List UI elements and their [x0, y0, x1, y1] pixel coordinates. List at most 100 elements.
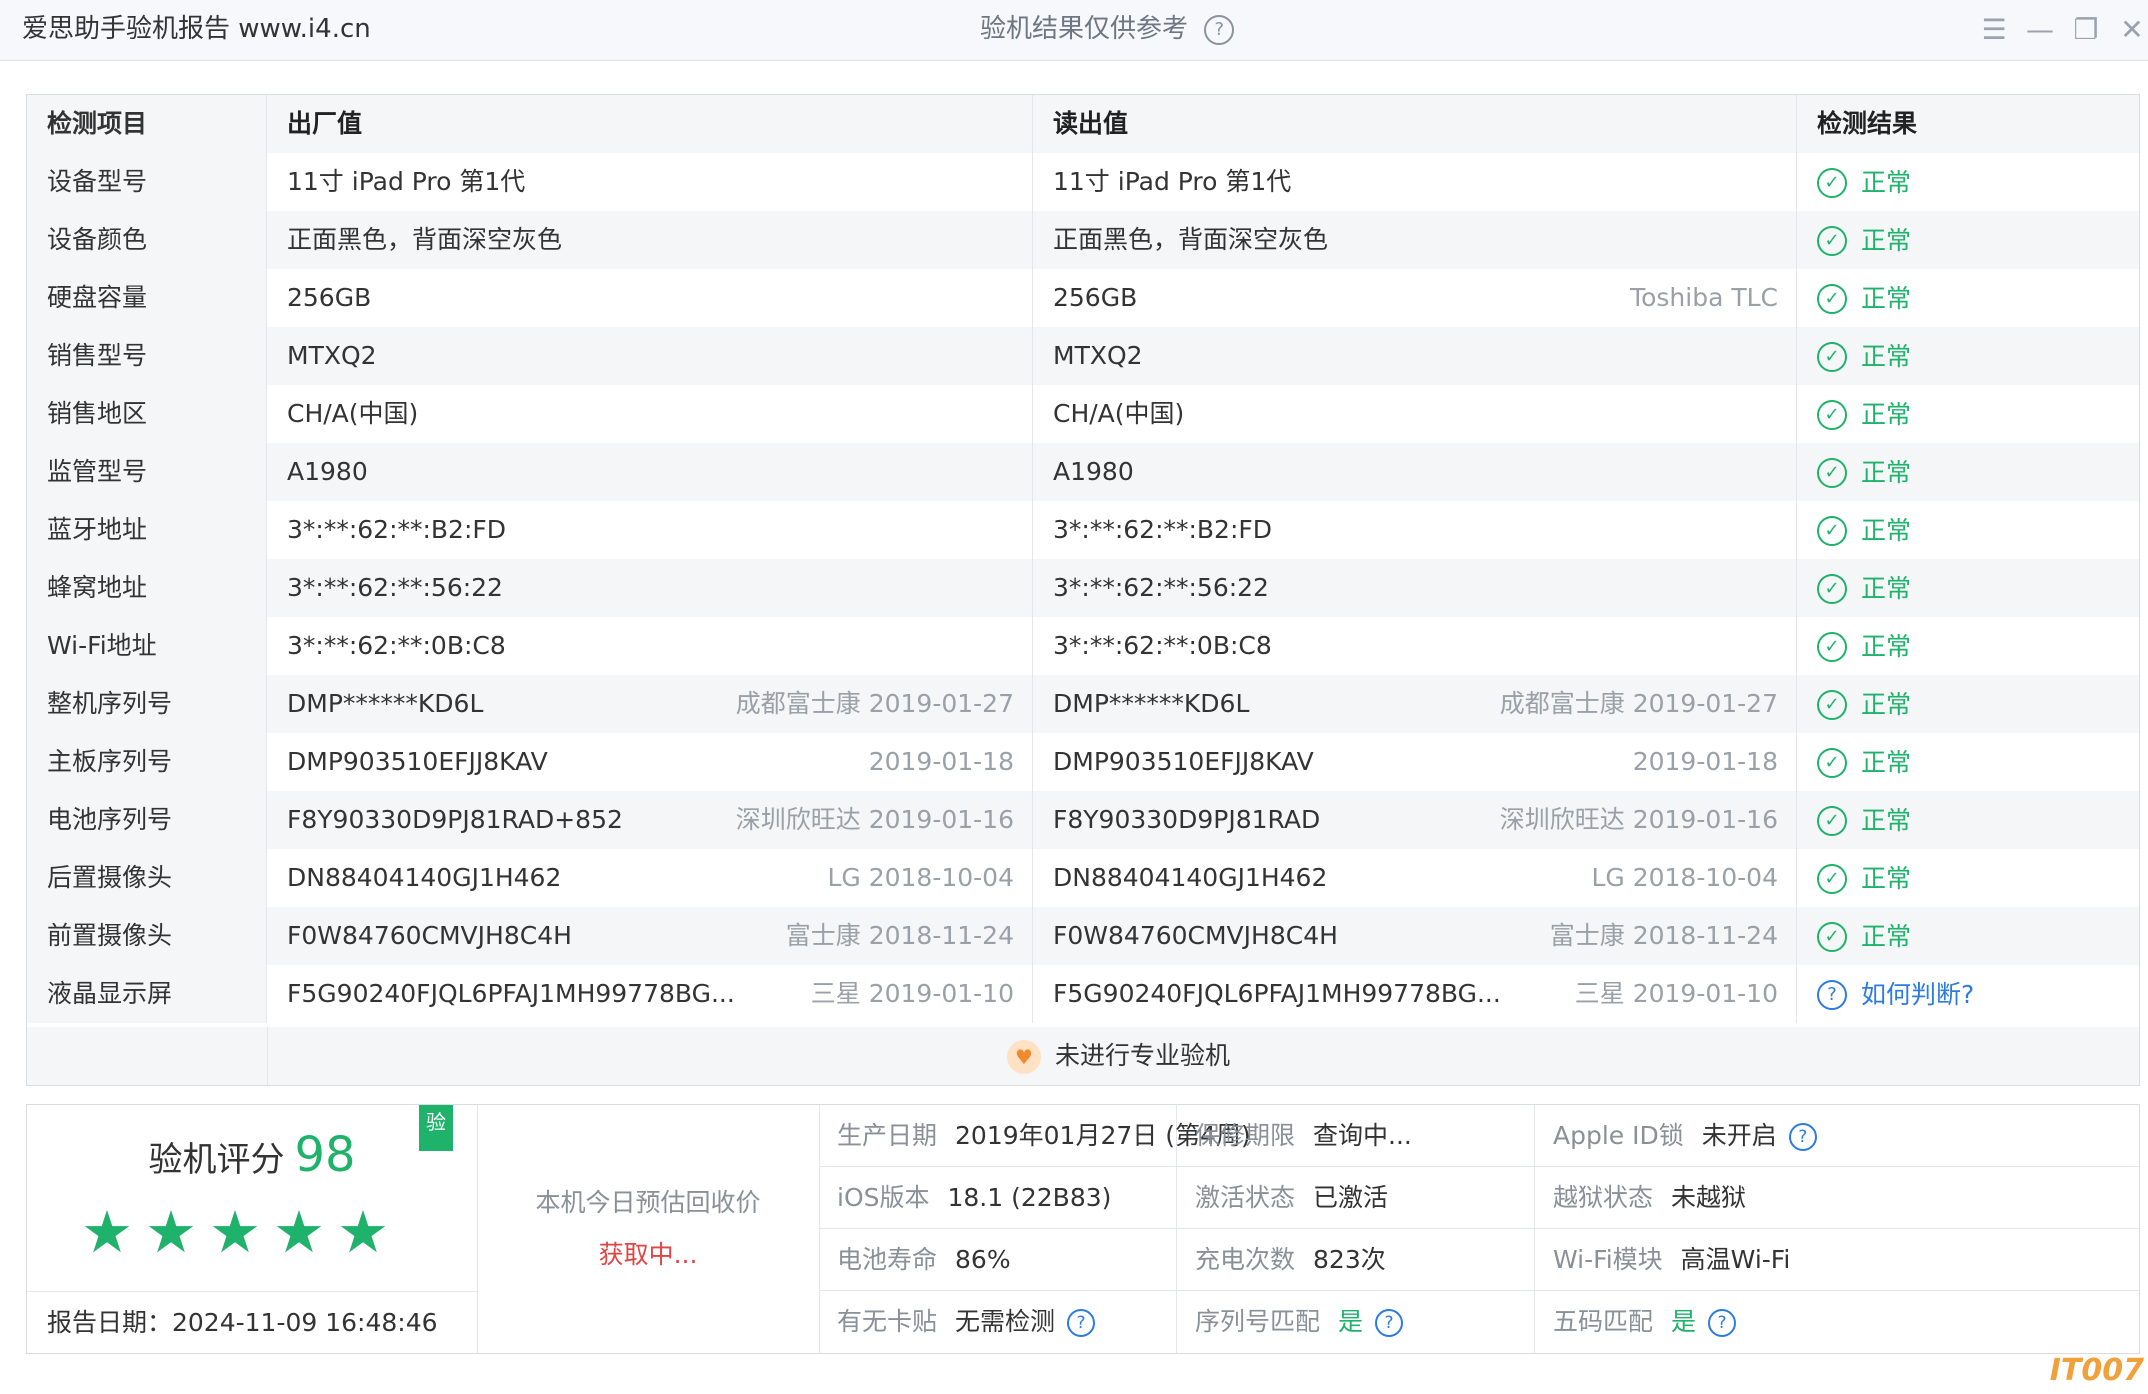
- check-circle-icon: ✓: [1817, 168, 1847, 198]
- result-cell: ✓ 正常: [1797, 675, 2139, 733]
- summary-field-label: 生产日期: [837, 1121, 938, 1150]
- row-item-label: 液晶显示屏: [27, 965, 267, 1023]
- summary-field-value: 86%: [955, 1245, 1011, 1274]
- help-icon[interactable]: ?: [1788, 1123, 1817, 1151]
- score-line: 验机评分 98: [27, 1127, 477, 1183]
- read-value-cell: F5G90240FJQL6PFAJ1MH99778BG... 三星 2019-01…: [1033, 965, 1797, 1023]
- summary-field-value: 是: [1338, 1307, 1364, 1336]
- factory-value: MTXQ2: [287, 341, 377, 370]
- price-value[interactable]: 获取中...: [477, 1235, 819, 1271]
- read-value: 3*:**:62:**:56:22: [1053, 573, 1269, 602]
- factory-value-cell: DN88404140GJ1H462 LG 2018-10-04: [267, 849, 1033, 907]
- summary-field: Apple ID锁 未开启?: [1535, 1105, 2139, 1167]
- factory-value: F5G90240FJQL6PFAJ1MH99778BG...: [287, 979, 735, 1008]
- factory-value: DMP******KD6L: [287, 689, 484, 718]
- result-text: 正常: [1861, 284, 1912, 313]
- factory-value-cell: 正面黑色，背面深空灰色: [267, 211, 1033, 269]
- read-note: 2019-01-18: [1632, 747, 1778, 776]
- result-text: 正常: [1861, 748, 1912, 777]
- score-value: 98: [294, 1127, 356, 1183]
- read-note: 富士康 2018-11-24: [1549, 921, 1778, 950]
- result-cell: ✓ 正常: [1797, 153, 2139, 211]
- summary-field: 越狱状态 未越狱: [1535, 1167, 2139, 1229]
- summary-field-value: 高温Wi-Fi: [1680, 1245, 1791, 1274]
- help-icon[interactable]: ?: [1375, 1309, 1404, 1337]
- summary-field-label: 激活状态: [1195, 1183, 1296, 1212]
- factory-value: 正面黑色，背面深空灰色: [287, 225, 563, 254]
- row-item-label: Wi-Fi地址: [27, 617, 267, 675]
- result-cell[interactable]: ? 如何判断?: [1797, 965, 2139, 1023]
- help-icon[interactable]: ?: [1067, 1309, 1096, 1337]
- result-text: 正常: [1861, 400, 1912, 429]
- header-item: 检测项目: [27, 95, 267, 153]
- summary-field: 保修期限 查询中...: [1177, 1105, 1535, 1167]
- table-row: 前置摄像头 F0W84760CMVJH8C4H 富士康 2018-11-24 F0W8…: [27, 907, 2139, 965]
- price-label: 本机今日预估回收价: [535, 1188, 761, 1217]
- row-item-label: 电池序列号: [27, 791, 267, 849]
- read-value-cell: 3*:**:62:**:56:22: [1033, 559, 1797, 617]
- summary-field-label: Apple ID锁: [1553, 1121, 1684, 1150]
- row-item-label: 监管型号: [27, 443, 267, 501]
- read-value-cell: CH/A(中国): [1033, 385, 1797, 443]
- row-item-label: 蓝牙地址: [27, 501, 267, 559]
- table-row: 设备颜色 正面黑色，背面深空灰色 正面黑色，背面深空灰色 ✓ 正常: [27, 211, 2139, 269]
- row-item-label: 销售型号: [27, 327, 267, 385]
- header-read: 读出值: [1033, 95, 1797, 153]
- factory-value: 3*:**:62:**:0B:C8: [287, 631, 506, 660]
- read-value: CH/A(中国): [1053, 399, 1185, 428]
- factory-value: 11寸 iPad Pro 第1代: [287, 167, 526, 196]
- read-note: LG 2018-10-04: [1591, 863, 1778, 892]
- recycle-price-box: 本机今日预估回收价 获取中...: [477, 1105, 820, 1353]
- factory-note: 深圳欣旺达 2019-01-16: [735, 805, 1014, 834]
- factory-value-cell: DMP903510EFJJ8KAV 2019-01-18: [267, 733, 1033, 791]
- pro-inspection-link[interactable]: ♥ 未进行专业验机: [1007, 1027, 1230, 1085]
- close-icon[interactable]: ✕: [2116, 14, 2148, 46]
- result-text[interactable]: 如何判断?: [1861, 980, 1974, 1009]
- help-icon[interactable]: ?: [1708, 1309, 1737, 1337]
- summary-field-label: 五码匹配: [1553, 1307, 1654, 1336]
- star-rating: ★ ★ ★ ★ ★: [81, 1199, 401, 1265]
- summary-field-value: 无需检测: [955, 1307, 1056, 1336]
- check-circle-icon: ✓: [1817, 690, 1847, 720]
- table-row: 后置摄像头 DN88404140GJ1H462 LG 2018-10-04 DN884…: [27, 849, 2139, 907]
- result-cell: ✓ 正常: [1797, 559, 2139, 617]
- read-value: 正面黑色，背面深空灰色: [1053, 225, 1329, 254]
- star-icon: ★: [145, 1198, 197, 1266]
- result-text: 正常: [1861, 632, 1912, 661]
- check-circle-icon: ✓: [1817, 806, 1847, 836]
- restore-icon[interactable]: ❐: [2070, 14, 2102, 46]
- table-row: 整机序列号 DMP******KD6L 成都富士康 2019-01-27 DMP***…: [27, 675, 2139, 733]
- read-note: Toshiba TLC: [1630, 283, 1778, 312]
- factory-value-cell: 3*:**:62:**:B2:FD: [267, 501, 1033, 559]
- read-value-cell: MTXQ2: [1033, 327, 1797, 385]
- row-item-label: 后置摄像头: [27, 849, 267, 907]
- minimize-icon[interactable]: —: [2024, 14, 2056, 46]
- check-circle-icon: ✓: [1817, 342, 1847, 372]
- check-circle-icon: ✓: [1817, 458, 1847, 488]
- table-row: Wi-Fi地址 3*:**:62:**:0B:C8 3*:**:62:**:0B:C…: [27, 617, 2139, 675]
- summary-field: 激活状态 已激活: [1177, 1167, 1535, 1229]
- read-note: 深圳欣旺达 2019-01-16: [1499, 805, 1778, 834]
- row-item-label: 蜂窝地址: [27, 559, 267, 617]
- result-text: 正常: [1861, 690, 1912, 719]
- summary-field-value: 823次: [1313, 1245, 1386, 1274]
- summary-field-label: iOS版本: [837, 1183, 930, 1212]
- row-item-label: 主板序列号: [27, 733, 267, 791]
- summary-grid: 生产日期 2019年01月27日 (第4周) 保修期限 查询中... Apple ID锁…: [819, 1105, 2139, 1353]
- check-circle-icon: ✓: [1817, 284, 1847, 314]
- footer-spacer: [27, 1027, 268, 1085]
- factory-note: 成都富士康 2019-01-27: [735, 689, 1014, 718]
- factory-note: LG 2018-10-04: [827, 863, 1014, 892]
- table-row: 销售型号 MTXQ2 MTXQ2 ✓ 正常: [27, 327, 2139, 385]
- help-icon[interactable]: ?: [1204, 14, 1235, 45]
- score-label: 验机评分: [148, 1140, 285, 1180]
- menu-icon[interactable]: ☰: [1978, 14, 2010, 46]
- title-bar: 爱思助手验机报告 www.i4.cn 验机结果仅供参考 ? ☰ — ❐ ✕: [0, 0, 2148, 61]
- factory-value: F8Y90330D9PJ81RAD+852: [287, 805, 623, 834]
- summary-field-value: 未开启: [1701, 1121, 1777, 1150]
- star-icon: ★: [81, 1198, 133, 1266]
- read-value-cell: 11寸 iPad Pro 第1代: [1033, 153, 1797, 211]
- table-row: 销售地区 CH/A(中国) CH/A(中国) ✓ 正常: [27, 385, 2139, 443]
- check-circle-icon: ✓: [1817, 632, 1847, 662]
- read-value-cell: F0W84760CMVJH8C4H 富士康 2018-11-24: [1033, 907, 1797, 965]
